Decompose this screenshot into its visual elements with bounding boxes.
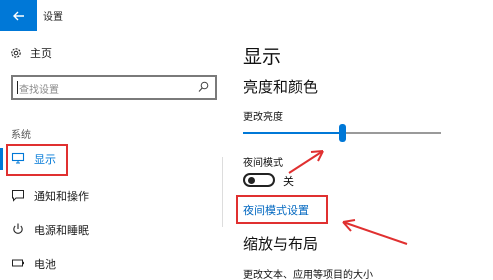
- section-brightness-heading: 亮度和颜色: [243, 78, 319, 96]
- settings-window: 设置 主页 查找设置 系统 显示 通知和操作 电源和睡眠 电池 显示 亮度和颜色…: [0, 0, 493, 280]
- gear-icon: [11, 48, 21, 58]
- search-placeholder: 查找设置: [19, 85, 59, 96]
- search-icon: [198, 81, 209, 92]
- section-system-label: 系统: [11, 130, 31, 141]
- window-title: 设置: [43, 12, 63, 23]
- annotation-arrow-link: [342, 221, 408, 245]
- annotation-arrow-toggle: [288, 150, 324, 174]
- sidebar-item-power[interactable]: 电源和睡眠: [0, 219, 130, 241]
- text-caret: [17, 81, 18, 94]
- pane-divider: [222, 157, 223, 227]
- slider-track-remaining: [342, 132, 441, 134]
- night-mode-label: 夜间模式: [243, 158, 283, 169]
- night-mode-toggle[interactable]: [243, 173, 275, 187]
- battery-icon: [12, 259, 24, 267]
- annotation-box-display: [6, 144, 68, 176]
- scale-text-label: 更改文本、应用等项目的大小: [243, 270, 373, 280]
- page-title: 显示: [243, 46, 282, 68]
- section-scale-heading: 缩放与布局: [243, 235, 319, 253]
- slider-thumb[interactable]: [339, 124, 346, 142]
- night-mode-state: 关: [283, 175, 294, 188]
- brightness-label: 更改亮度: [243, 112, 283, 123]
- power-icon: [13, 223, 23, 234]
- toggle-knob: [248, 177, 255, 184]
- back-arrow-icon: [12, 11, 24, 20]
- sidebar-item-label: 通知和操作: [34, 190, 89, 203]
- selection-indicator: [0, 148, 3, 170]
- sidebar-item-notifications[interactable]: 通知和操作: [0, 185, 130, 207]
- home-label: 主页: [30, 47, 52, 60]
- brightness-slider[interactable]: [243, 124, 441, 142]
- back-button[interactable]: [0, 0, 37, 31]
- annotation-box-night-settings: [236, 195, 328, 224]
- slider-track-filled: [243, 132, 342, 134]
- title-bar: 设置: [0, 0, 493, 33]
- sidebar-item-label: 电源和睡眠: [34, 224, 89, 237]
- notification-icon: [12, 190, 24, 202]
- sidebar-item-battery[interactable]: 电池: [0, 253, 130, 275]
- annotation-arrowhead-toggle: [310, 150, 324, 162]
- sidebar-home[interactable]: 主页: [10, 45, 52, 61]
- annotation-arrowhead-link: [342, 219, 356, 232]
- search-input[interactable]: 查找设置: [11, 75, 217, 100]
- sidebar-item-label: 电池: [34, 258, 56, 271]
